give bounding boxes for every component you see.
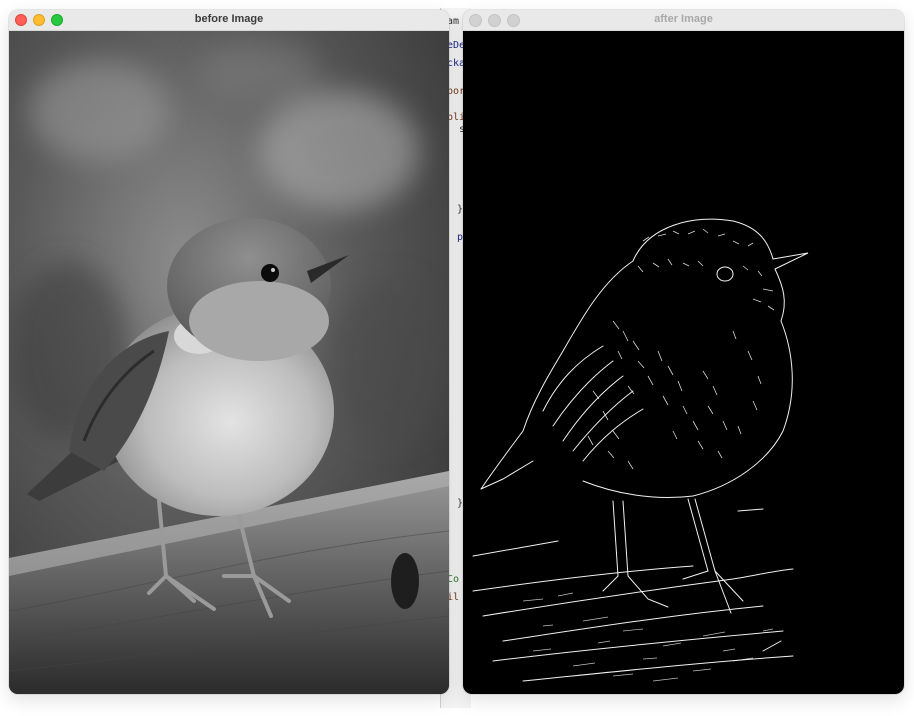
before-image-window[interactable]: before Image [9,10,449,694]
grayscale-bird-image [9,31,449,694]
window-title: after Image [654,13,713,25]
before-image-canvas [9,31,449,694]
after-image-canvas [463,31,904,694]
after-image-window[interactable]: after Image [463,10,904,694]
edge-detected-bird-image [463,31,904,694]
before-window-titlebar[interactable]: before Image [9,10,449,31]
after-window-titlebar[interactable]: after Image [463,10,904,31]
window-title: before Image [194,13,264,25]
